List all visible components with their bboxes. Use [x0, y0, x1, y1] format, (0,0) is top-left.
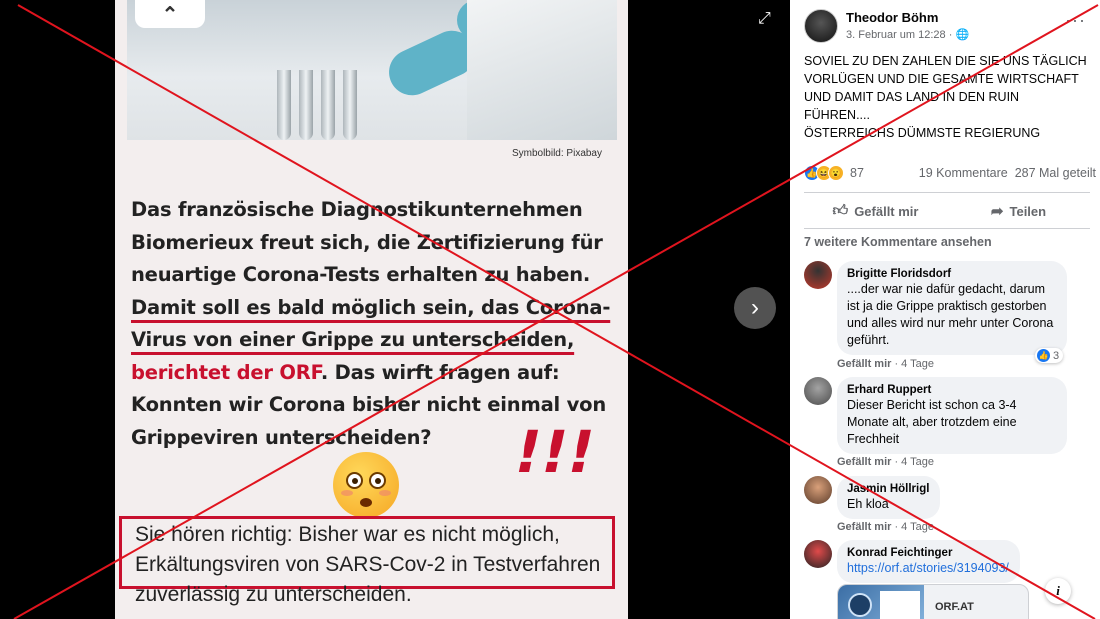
like-reaction-icon: 👍	[1037, 349, 1050, 362]
post-actions: 👍︎ Gefällt mir ➦ Teilen	[804, 200, 1090, 222]
post-panel: Theodor Böhm 3. Februar um 12:28 · 🌐 ···…	[790, 0, 1100, 619]
share-icon: ➦	[990, 203, 1004, 220]
headline-text: Das französische Diagnostikunternehmen B…	[131, 194, 621, 454]
comment-bubble: Jasmin Höllrigl Eh kloa	[837, 476, 941, 519]
headline-red: berichtet der ORF	[131, 360, 321, 384]
post-meta[interactable]: 3. Februar um 12:28 · 🌐	[846, 28, 969, 41]
boxed-text: Sie hören richtig: Bisher war es nicht m…	[135, 523, 601, 606]
reaction-count[interactable]: 87	[850, 166, 864, 180]
info-icon[interactable]: i	[1045, 578, 1071, 604]
chevron-up-icon[interactable]: ⌃	[135, 0, 205, 28]
comments-count[interactable]: 19 Kommentare	[919, 166, 1008, 180]
avatar[interactable]	[804, 377, 832, 405]
comment-text: Dieser Bericht ist schon ca 3-4 Monate a…	[847, 398, 1017, 446]
comment-text: Eh kloa	[847, 497, 889, 511]
comment-bubble: Konrad Feichtinger https://orf.at/storie…	[837, 540, 1020, 583]
avatar[interactable]	[804, 261, 832, 289]
comment-footer: Gefällt mir · 4 Tage	[837, 521, 935, 533]
more-options-icon[interactable]: ···	[1065, 10, 1086, 31]
commenter-name[interactable]: Jasmin Höllrigl	[847, 482, 929, 496]
post-text: SOVIEL ZU DEN ZAHLEN DIE SIE UNS TÄGLICH…	[804, 54, 1087, 140]
comment-like-link[interactable]: Gefällt mir	[837, 521, 891, 533]
comment-like-link[interactable]: Gefällt mir	[837, 358, 891, 370]
share-button[interactable]: ➦ Teilen	[947, 200, 1090, 222]
avatar[interactable]	[804, 9, 838, 43]
link-domain: ORF.AT	[935, 601, 974, 613]
comment-link[interactable]: https://orf.at/stories/3194093/	[847, 560, 1009, 577]
view-more-comments-link[interactable]: 7 weitere Kommentare ansehen	[804, 235, 992, 249]
photo-viewer: ⌃ Symbolbild: Pixabay Das französische D…	[0, 0, 790, 619]
comment-footer: Gefällt mir · 4 Tage	[837, 456, 935, 468]
comment-bubble: Erhard Ruppert Dieser Bericht ist schon …	[837, 377, 1067, 454]
post-stats: 👍 😆 😮 87 19 Kommentare 287 Mal geteilt	[804, 165, 1096, 181]
avatar[interactable]	[804, 540, 832, 568]
link-thumbnail	[838, 585, 924, 619]
globe-icon	[848, 593, 872, 617]
shares-count[interactable]: 287 Mal geteilt	[1015, 166, 1096, 180]
link-preview-card[interactable]: ORF.AT	[837, 584, 1029, 619]
commenter-name[interactable]: Erhard Ruppert	[847, 383, 1056, 397]
comment-like-link[interactable]: Gefällt mir	[837, 456, 891, 468]
comment-like-badge[interactable]: 👍 3	[1035, 348, 1064, 363]
headline-underlined: Damit soll es bald möglich sein, das Cor…	[131, 295, 611, 352]
photo-image: ⌃ Symbolbild: Pixabay Das französische D…	[115, 0, 628, 619]
exclamation-marks: !!!	[507, 418, 602, 486]
chevron-right-icon[interactable]: ›	[734, 287, 776, 329]
divider	[804, 192, 1090, 193]
avatar[interactable]	[804, 476, 832, 504]
divider	[804, 228, 1090, 229]
chart-thumbnail	[880, 591, 920, 619]
comment-bubble: Brigitte Floridsdorf ....der war nie daf…	[837, 261, 1067, 355]
commenter-name[interactable]: Brigitte Floridsdorf	[847, 267, 1056, 281]
post-header	[804, 9, 838, 43]
like-button[interactable]: 👍︎ Gefällt mir	[804, 200, 947, 222]
headline-part1: Das französische Diagnostikunternehmen B…	[131, 198, 603, 286]
author-name[interactable]: Theodor Böhm	[846, 10, 938, 25]
photo-caption: Symbolbild: Pixabay	[511, 148, 602, 159]
commenter-name[interactable]: Konrad Feichtinger	[847, 546, 1009, 560]
thumbs-up-icon: 👍︎	[832, 202, 849, 219]
expand-icon[interactable]: ⤢	[758, 10, 771, 28]
flushed-face-emoji	[333, 452, 399, 518]
comment-text: ....der war nie dafür gedacht, darum ist…	[847, 282, 1054, 347]
wow-reaction-icon: 😮	[828, 165, 844, 181]
comment-footer: Gefällt mir · 4 Tage	[837, 358, 935, 370]
comment-share-counts[interactable]: 19 Kommentare 287 Mal geteilt	[919, 166, 1096, 180]
